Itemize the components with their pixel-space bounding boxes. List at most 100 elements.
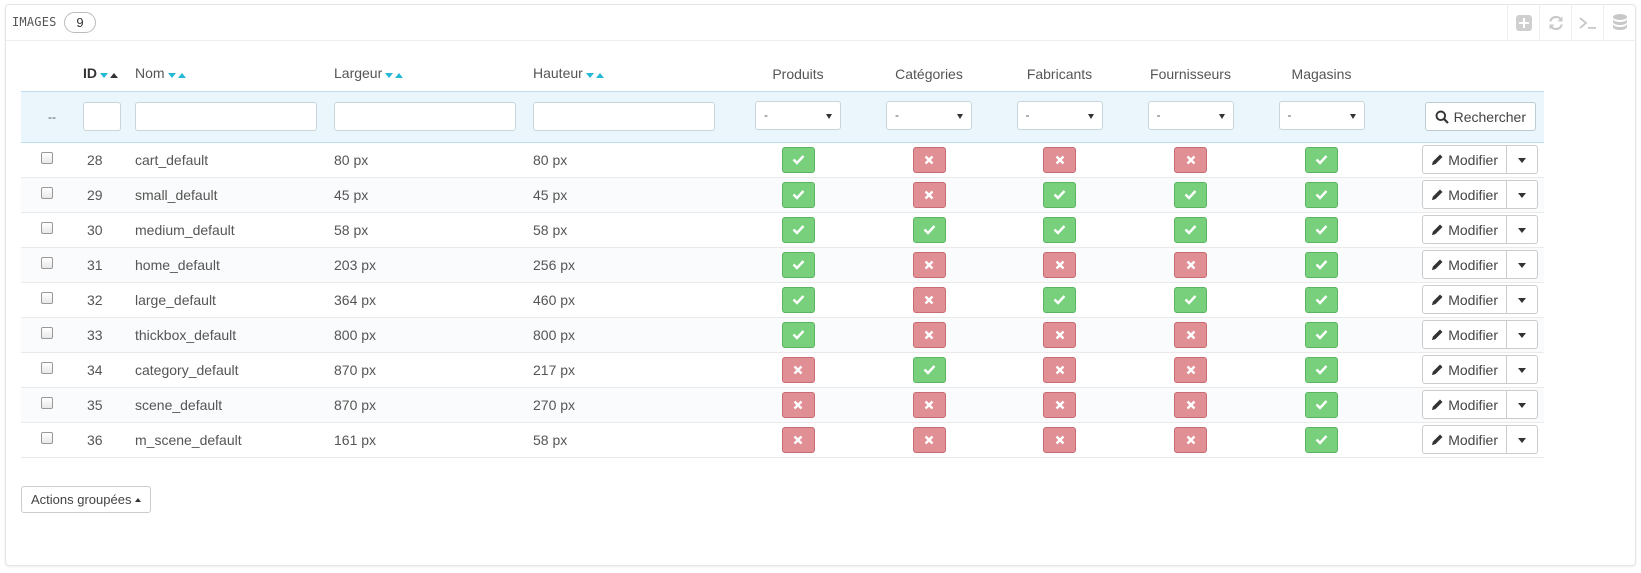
edit-button[interactable]: Modifier	[1422, 250, 1507, 279]
caret-down-icon	[1349, 113, 1356, 119]
row-checkbox[interactable]	[41, 326, 53, 339]
cross-icon[interactable]	[1174, 146, 1207, 173]
cross-icon[interactable]	[1174, 321, 1207, 348]
filter-width-input[interactable]	[334, 102, 516, 131]
sort-asc-icon[interactable]	[595, 73, 604, 79]
edit-button[interactable]: Modifier	[1422, 145, 1507, 174]
cross-icon[interactable]	[912, 286, 946, 313]
edit-button[interactable]: Modifier	[1422, 425, 1507, 454]
cross-icon[interactable]	[1174, 426, 1207, 453]
row-dropdown-toggle[interactable]	[1507, 215, 1538, 244]
check-icon[interactable]	[1043, 181, 1076, 208]
check-icon[interactable]	[1043, 286, 1076, 313]
search-button[interactable]: Rechercher	[1424, 102, 1536, 131]
edit-button[interactable]: Modifier	[1422, 320, 1507, 349]
check-icon[interactable]	[781, 251, 815, 278]
row-dropdown-toggle[interactable]	[1507, 425, 1538, 454]
cross-icon[interactable]	[781, 356, 815, 383]
sort-desc-icon[interactable]	[100, 73, 108, 79]
cell-name: m_scene_default	[135, 422, 334, 458]
row-dropdown-toggle[interactable]	[1507, 145, 1538, 174]
filter-name-input[interactable]	[135, 102, 317, 131]
filter-products-select[interactable]: -	[755, 100, 841, 130]
check-icon[interactable]	[1305, 216, 1338, 243]
edit-button[interactable]: Modifier	[1422, 355, 1507, 384]
sort-asc-icon[interactable]	[110, 73, 118, 79]
row-dropdown-toggle[interactable]	[1507, 285, 1538, 314]
row-dropdown-toggle[interactable]	[1507, 180, 1538, 209]
row-dropdown-toggle[interactable]	[1507, 250, 1538, 279]
row-action-group: Modifier	[1422, 425, 1538, 454]
edit-button[interactable]: Modifier	[1422, 215, 1507, 244]
refresh-icon[interactable]	[1539, 5, 1571, 41]
cross-icon[interactable]	[781, 426, 815, 453]
cross-icon[interactable]	[912, 251, 946, 278]
edit-button[interactable]: Modifier	[1422, 285, 1507, 314]
row-checkbox[interactable]	[41, 431, 53, 444]
sort-asc-icon[interactable]	[177, 73, 186, 79]
cross-icon[interactable]	[1174, 391, 1207, 418]
check-icon[interactable]	[1305, 146, 1338, 173]
filter-suppliers-select[interactable]: -	[1147, 100, 1234, 130]
check-icon[interactable]	[1305, 321, 1338, 348]
cross-icon[interactable]	[781, 391, 815, 418]
sort-desc-icon[interactable]	[167, 73, 176, 79]
check-icon[interactable]	[1305, 181, 1338, 208]
cross-icon[interactable]	[1043, 356, 1076, 383]
sort-desc-icon[interactable]	[385, 73, 394, 79]
row-checkbox[interactable]	[41, 186, 53, 199]
check-icon[interactable]	[1305, 251, 1338, 278]
cross-icon[interactable]	[1043, 251, 1076, 278]
cross-icon[interactable]	[1043, 321, 1076, 348]
check-icon[interactable]	[1174, 216, 1207, 243]
edit-button[interactable]: Modifier	[1422, 390, 1507, 419]
sort-asc-icon[interactable]	[395, 73, 404, 79]
filter-height-input[interactable]	[533, 102, 715, 131]
edit-button[interactable]: Modifier	[1422, 180, 1507, 209]
row-dropdown-toggle[interactable]	[1507, 355, 1538, 384]
cross-icon[interactable]	[912, 391, 946, 418]
row-checkbox[interactable]	[41, 361, 53, 374]
row-checkbox[interactable]	[41, 221, 53, 234]
add-icon[interactable]	[1507, 5, 1539, 41]
terminal-icon[interactable]	[1571, 5, 1603, 41]
check-icon[interactable]	[781, 321, 815, 348]
row-dropdown-toggle[interactable]	[1507, 390, 1538, 419]
filter-manufacturers-select[interactable]: -	[1016, 100, 1103, 130]
filter-id-input[interactable]	[83, 102, 121, 131]
check-icon[interactable]	[1305, 426, 1338, 453]
cross-icon[interactable]	[912, 321, 946, 348]
check-icon[interactable]	[781, 286, 815, 313]
cross-icon[interactable]	[1043, 146, 1076, 173]
check-icon[interactable]	[781, 216, 815, 243]
check-icon[interactable]	[1305, 391, 1338, 418]
check-icon[interactable]	[912, 356, 946, 383]
row-checkbox[interactable]	[41, 291, 53, 304]
check-icon[interactable]	[781, 146, 815, 173]
cross-icon[interactable]	[912, 426, 946, 453]
row-checkbox[interactable]	[41, 256, 53, 269]
row-checkbox[interactable]	[41, 151, 53, 164]
check-icon[interactable]	[1043, 216, 1076, 243]
sort-desc-icon[interactable]	[585, 73, 594, 79]
check-icon[interactable]	[912, 216, 946, 243]
row-dropdown-toggle[interactable]	[1507, 320, 1538, 349]
check-icon[interactable]	[1305, 286, 1338, 313]
database-icon[interactable]	[1603, 5, 1635, 41]
bulk-actions-button[interactable]: Actions groupées	[21, 486, 152, 513]
check-icon[interactable]	[1174, 181, 1207, 208]
check-icon[interactable]	[781, 181, 815, 208]
cross-icon[interactable]	[1043, 426, 1076, 453]
cross-icon[interactable]	[912, 146, 946, 173]
cross-icon[interactable]	[1043, 391, 1076, 418]
check-icon[interactable]	[1174, 286, 1207, 313]
filter-stores-select[interactable]: -	[1278, 100, 1365, 130]
row-checkbox[interactable]	[41, 396, 53, 409]
filter-categories-select[interactable]: -	[886, 100, 972, 130]
cross-icon[interactable]	[1174, 251, 1207, 278]
check-icon[interactable]	[1305, 356, 1338, 383]
cross-icon[interactable]	[1174, 356, 1207, 383]
cell-width: 45 px	[334, 177, 533, 213]
cell-categories	[864, 317, 994, 353]
cross-icon[interactable]	[912, 181, 946, 208]
